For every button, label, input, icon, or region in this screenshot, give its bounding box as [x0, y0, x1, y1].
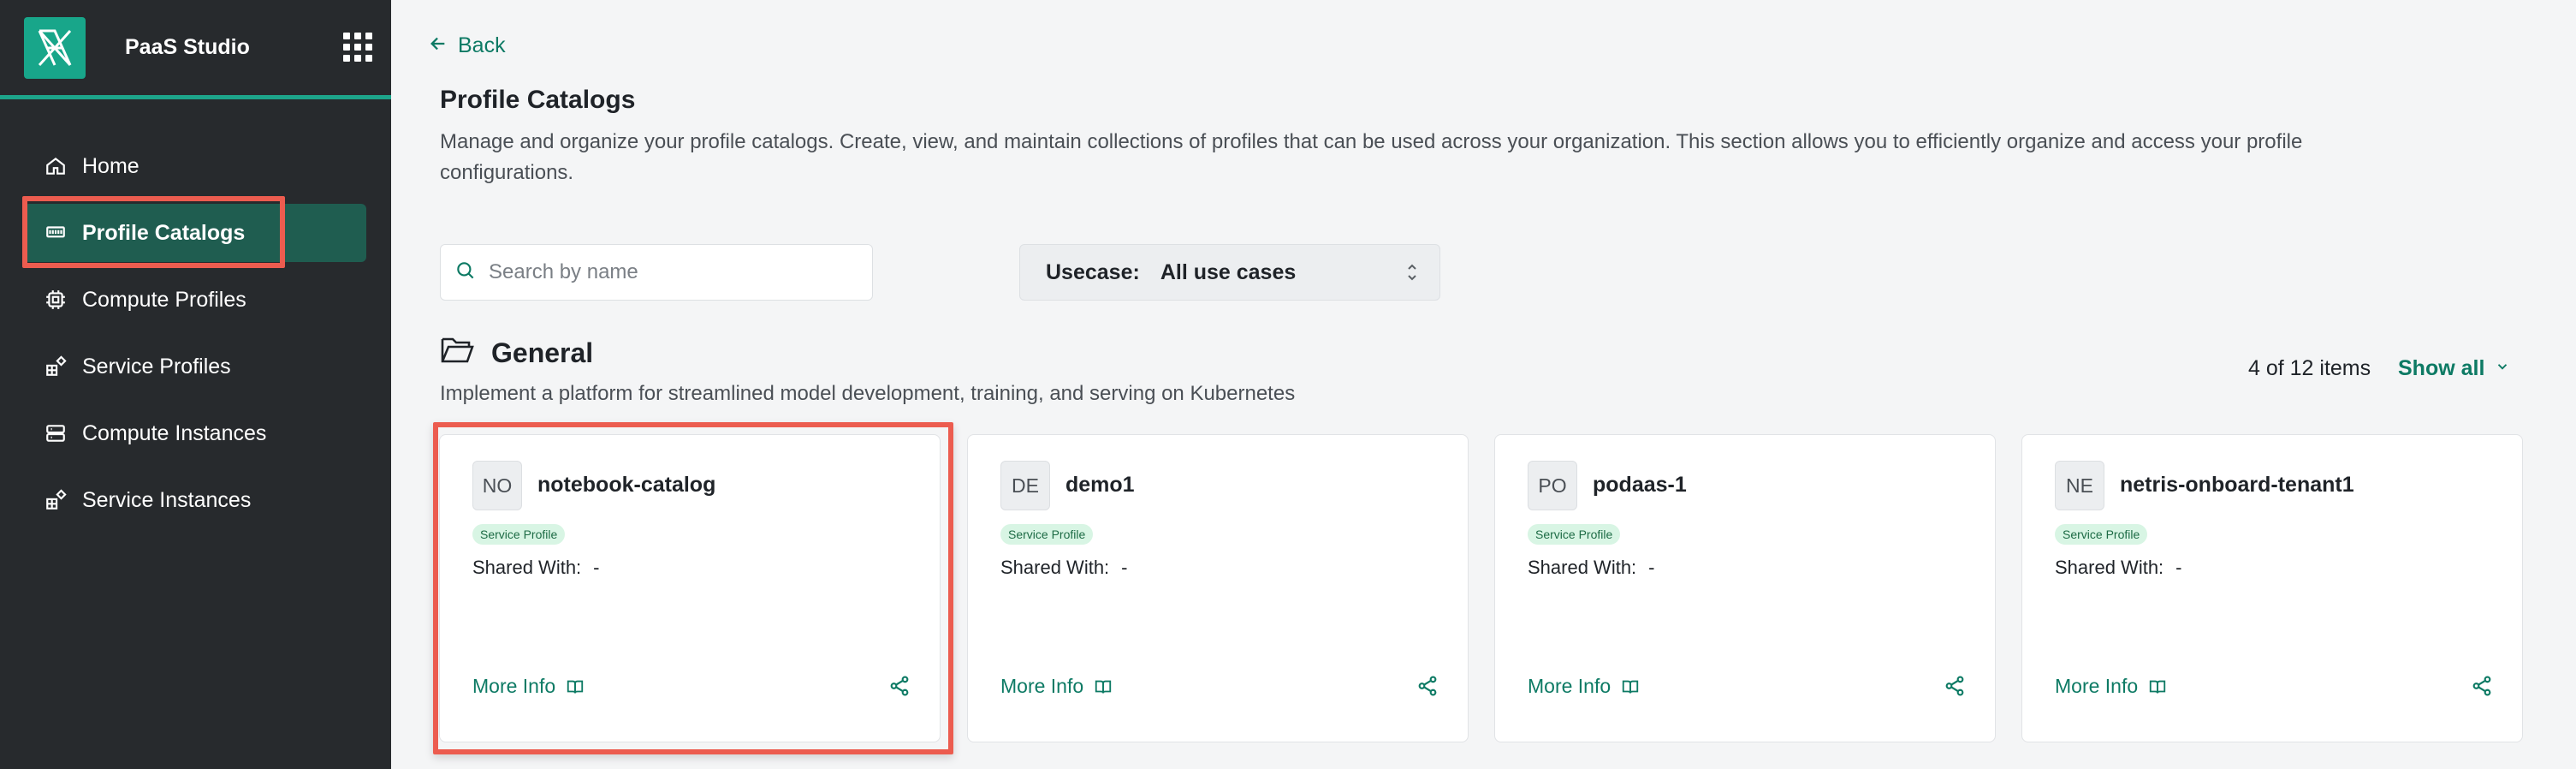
back-link[interactable]: Back [429, 33, 506, 59]
catalog-card[interactable]: NO notebook-catalog Service Profile Shar… [439, 434, 941, 742]
book-icon [1095, 680, 1112, 693]
shared-with: Shared With: - [472, 557, 600, 579]
sidebar: PaaS Studio Home Profile Catalogs Comput… [0, 0, 391, 769]
page-description: Manage and organize your profile catalog… [440, 130, 2303, 184]
book-icon [2149, 680, 2166, 693]
more-info-label: More Info [2055, 675, 2139, 697]
more-info-link[interactable]: More Info [2055, 675, 2167, 698]
card-title[interactable]: demo1 [1065, 473, 1135, 498]
search-box[interactable] [440, 244, 873, 301]
search-input[interactable] [489, 260, 857, 284]
card-title[interactable]: notebook-catalog [537, 473, 715, 498]
blocks-icon [43, 487, 68, 513]
catalog-card[interactable]: PO podaas-1 Service Profile Shared With:… [1494, 434, 1996, 742]
group-description: Implement a platform for streamlined mod… [440, 382, 1296, 405]
group-title: General [491, 337, 594, 368]
shared-value: - [1648, 557, 1655, 578]
shared-value: - [2175, 557, 2182, 578]
sidebar-item-profile-catalogs[interactable]: Profile Catalogs [24, 204, 366, 262]
share-icon[interactable] [2471, 675, 2493, 701]
home-icon [43, 153, 68, 179]
shared-with: Shared With: - [1528, 557, 1655, 579]
catalog-card[interactable]: DE demo1 Service Profile Shared With: - M… [967, 434, 1469, 742]
sidebar-item-label: Profile Catalogs [82, 220, 246, 245]
more-info-label: More Info [1528, 675, 1611, 697]
more-info-label: More Info [1000, 675, 1084, 697]
status-badge: Service Profile [1000, 524, 1094, 545]
catalog-icon [43, 220, 68, 246]
main-content: Back Profile Catalogs Manage and organiz… [391, 0, 2576, 769]
card-avatar: PO [1528, 461, 1577, 510]
card-title[interactable]: podaas-1 [1593, 473, 1687, 498]
server-icon [43, 420, 68, 446]
share-icon[interactable] [1416, 675, 1439, 701]
chip-icon [43, 287, 68, 313]
more-info-link[interactable]: More Info [1000, 675, 1113, 698]
app-logo-icon[interactable] [24, 16, 86, 79]
updown-chevron-icon [1405, 260, 1419, 285]
shared-label: Shared With: [1000, 557, 1110, 578]
app-title: PaaS Studio [125, 35, 250, 59]
shared-label: Shared With: [2055, 557, 2164, 578]
card-title[interactable]: netris-onboard-tenant1 [2120, 473, 2354, 498]
status-badge: Service Profile [2055, 524, 2148, 545]
search-icon [454, 259, 477, 286]
sidebar-item-label: Home [82, 153, 139, 178]
show-all-button[interactable]: Show all [2398, 356, 2510, 381]
sidebar-item-label: Compute Instances [82, 420, 267, 445]
shared-with: Shared With: - [2055, 557, 2182, 579]
status-badge: Service Profile [472, 524, 566, 545]
arrow-left-icon [429, 33, 448, 59]
status-badge: Service Profile [1528, 524, 1621, 545]
app-grid-icon[interactable] [343, 33, 372, 62]
shared-value: - [1121, 557, 1128, 578]
sidebar-item-compute-instances[interactable]: Compute Instances [24, 404, 366, 462]
more-info-link[interactable]: More Info [472, 675, 585, 698]
more-info-label: More Info [472, 675, 556, 697]
usecase-select[interactable]: Usecase: All use cases [1019, 244, 1440, 301]
shared-value: - [593, 557, 600, 578]
sidebar-item-service-instances[interactable]: Service Instances [24, 471, 366, 529]
usecase-value: All use cases [1160, 259, 1297, 284]
sidebar-item-label: Service Profiles [82, 354, 231, 379]
group-heading: General [440, 334, 593, 372]
share-icon[interactable] [888, 675, 911, 701]
book-icon [1622, 680, 1639, 693]
share-icon[interactable] [1944, 675, 1966, 701]
catalog-card[interactable]: NE netris-onboard-tenant1 Service Profil… [2021, 434, 2523, 742]
item-count: 4 of 12 items [2248, 356, 2371, 380]
folder-icon [440, 334, 474, 372]
usecase-label: Usecase: [1046, 259, 1140, 284]
sidebar-item-compute-profiles[interactable]: Compute Profiles [24, 271, 366, 329]
page-title: Profile Catalogs [440, 86, 636, 114]
card-avatar: NO [472, 461, 522, 510]
sidebar-item-label: Service Instances [82, 487, 252, 512]
back-label: Back [458, 33, 506, 57]
chevron-down-icon [2495, 359, 2510, 379]
more-info-link[interactable]: More Info [1528, 675, 1640, 698]
card-avatar: NE [2055, 461, 2104, 510]
sidebar-item-home[interactable]: Home [24, 137, 366, 195]
sidebar-item-label: Compute Profiles [82, 287, 246, 312]
book-icon [567, 680, 584, 693]
show-all-label: Show all [2398, 356, 2485, 380]
shared-label: Shared With: [1528, 557, 1637, 578]
blocks-icon [43, 354, 68, 379]
shared-label: Shared With: [472, 557, 582, 578]
card-avatar: DE [1000, 461, 1050, 510]
brand-header: PaaS Studio [0, 0, 391, 99]
sidebar-item-service-profiles[interactable]: Service Profiles [24, 337, 366, 396]
shared-with: Shared With: - [1000, 557, 1128, 579]
